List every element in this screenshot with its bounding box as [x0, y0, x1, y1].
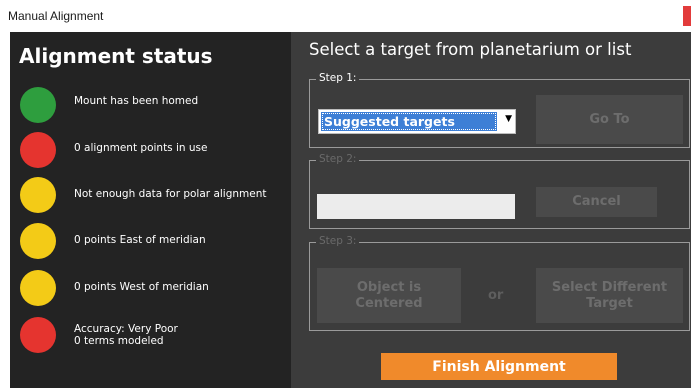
status-row-homed: Mount has been homed — [20, 87, 290, 127]
status-row-alignment-points: 0 alignment points in use — [20, 132, 290, 172]
status-indicator-red-icon — [20, 317, 56, 353]
status-row-accuracy: Accuracy: Very Poor 0 terms modeled — [20, 317, 290, 357]
suggested-targets-select[interactable]: Suggested targets ▼ — [318, 109, 516, 134]
step2-group: Step 2: Cancel — [309, 153, 690, 229]
step3-label: Step 3: — [316, 235, 360, 247]
finish-alignment-button[interactable]: Finish Alignment — [381, 353, 617, 380]
or-label: or — [488, 288, 504, 303]
cancel-button[interactable]: Cancel — [536, 187, 657, 217]
close-button[interactable] — [683, 6, 691, 26]
step1-group: Step 1: Suggested targets ▼ Go To — [309, 72, 690, 148]
target-panel-title: Select a target from planetarium or list — [309, 40, 632, 59]
status-label: Accuracy: Very Poor 0 terms modeled — [74, 323, 178, 347]
select-value: Suggested targets — [321, 112, 497, 131]
status-row-polar: Not enough data for polar alignment — [20, 177, 290, 217]
step3-group: Step 3: Object is Centered or Select Dif… — [309, 235, 690, 331]
status-label: 0 points West of meridian — [74, 281, 209, 293]
status-indicator-yellow-icon — [20, 223, 56, 259]
status-label: 0 points East of meridian — [74, 234, 206, 246]
status-row-west: 0 points West of meridian — [20, 270, 290, 310]
status-label: Mount has been homed — [74, 95, 199, 107]
alignment-status-panel: Alignment status Mount has been homed 0 … — [10, 32, 291, 388]
target-name-field[interactable] — [317, 194, 515, 219]
window-title: Manual Alignment — [8, 9, 104, 23]
status-indicator-red-icon — [20, 132, 56, 168]
select-different-target-button[interactable]: Select Different Target — [536, 268, 683, 323]
step1-label: Step 1: — [316, 72, 360, 84]
status-indicator-yellow-icon — [20, 177, 56, 213]
target-selection-panel: Select a target from planetarium or list… — [291, 32, 691, 388]
status-indicator-green-icon — [20, 87, 56, 123]
title-bar: Manual Alignment — [0, 0, 691, 32]
alignment-status-title: Alignment status — [19, 44, 213, 68]
step2-label: Step 2: — [316, 153, 360, 165]
status-row-east: 0 points East of meridian — [20, 223, 290, 263]
object-centered-button[interactable]: Object is Centered — [317, 268, 461, 323]
go-to-button[interactable]: Go To — [536, 95, 683, 144]
dropdown-arrow-icon[interactable]: ▼ — [505, 114, 512, 124]
status-indicator-yellow-icon — [20, 270, 56, 306]
status-label: 0 alignment points in use — [74, 142, 208, 154]
status-label: Not enough data for polar alignment — [74, 188, 267, 200]
